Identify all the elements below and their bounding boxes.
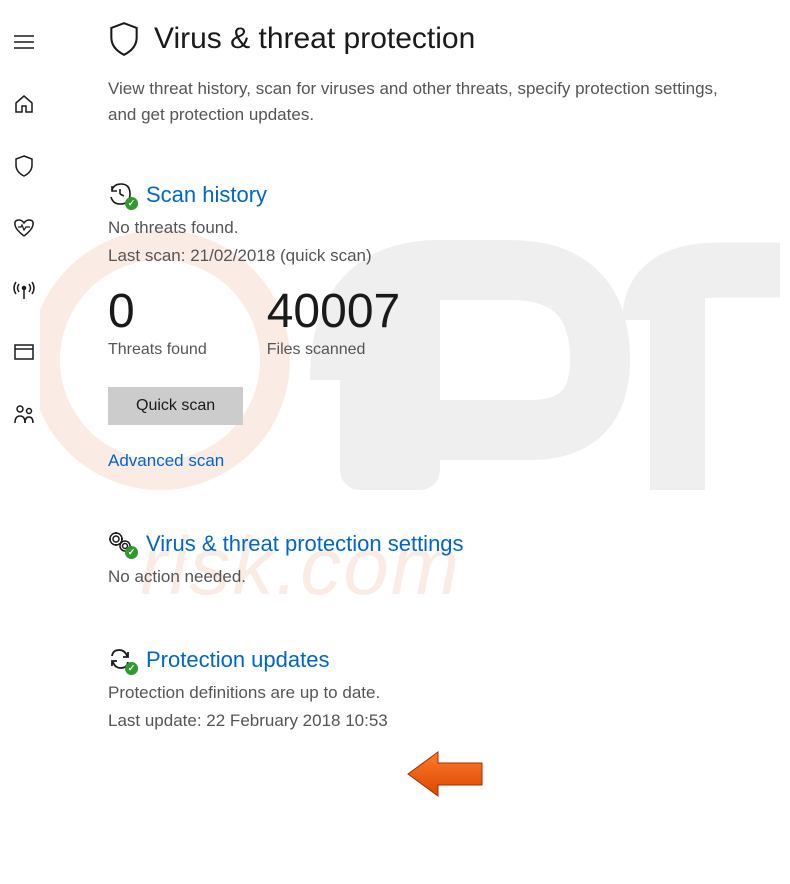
hamburger-menu-icon[interactable] <box>0 18 48 66</box>
refresh-icon <box>108 647 134 673</box>
scan-status-text: No threats found. <box>108 218 760 238</box>
threats-found-stat: 0 Threats found <box>108 286 207 359</box>
last-scan-text: Last scan: 21/02/2018 (quick scan) <box>108 246 760 266</box>
protection-settings-link[interactable]: Virus & threat protection settings <box>146 531 464 557</box>
protection-updates-section: Protection updates Protection definition… <box>108 647 760 731</box>
settings-status-text: No action needed. <box>108 567 760 587</box>
shield-icon[interactable] <box>0 142 48 190</box>
protection-updates-link[interactable]: Protection updates <box>146 647 329 673</box>
family-icon[interactable] <box>0 390 48 438</box>
scan-history-section: Scan history No threats found. Last scan… <box>108 182 760 471</box>
sidebar <box>0 0 48 884</box>
page-title: Virus & threat protection <box>154 22 475 56</box>
files-scanned-stat: 40007 Files scanned <box>267 286 400 359</box>
app-browser-icon[interactable] <box>0 328 48 376</box>
files-label: Files scanned <box>267 341 400 359</box>
updates-status-text: Protection definitions are up to date. <box>108 683 760 703</box>
scan-history-link[interactable]: Scan history <box>146 182 267 208</box>
page-header: Virus & threat protection <box>108 20 760 58</box>
protection-settings-section: Virus & threat protection settings No ac… <box>108 531 760 587</box>
gear-icon <box>108 531 134 557</box>
history-clock-icon <box>108 182 134 208</box>
page-description: View threat history, scan for viruses an… <box>108 76 748 127</box>
advanced-scan-link[interactable]: Advanced scan <box>108 451 760 471</box>
quick-scan-button[interactable]: Quick scan <box>108 387 243 425</box>
arrow-annotation-icon <box>400 744 490 804</box>
threats-count: 0 <box>108 286 207 339</box>
last-update-text: Last update: 22 February 2018 10:53 <box>108 711 760 731</box>
heart-health-icon[interactable] <box>0 204 48 252</box>
files-count: 40007 <box>267 286 400 339</box>
home-icon[interactable] <box>0 80 48 128</box>
antenna-firewall-icon[interactable] <box>0 266 48 314</box>
threats-label: Threats found <box>108 341 207 359</box>
shield-large-icon <box>108 20 140 58</box>
